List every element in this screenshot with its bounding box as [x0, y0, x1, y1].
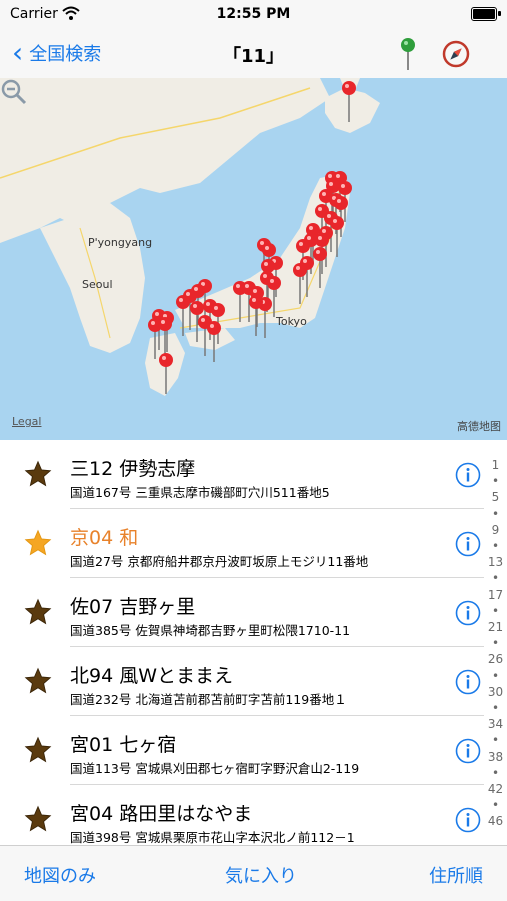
page-title: 「11」	[222, 46, 285, 67]
list-item[interactable]: 京04 和国道27号 京都府船井郡京丹波町坂原上モジリ11番地	[0, 509, 484, 578]
index-entry[interactable]: •	[484, 701, 507, 715]
map-pin[interactable]	[160, 311, 174, 352]
map-attribution: 高德地图	[457, 420, 501, 433]
index-entry[interactable]: •	[484, 507, 507, 521]
info-icon[interactable]	[455, 669, 481, 695]
index-entry[interactable]: 21	[484, 620, 507, 634]
map-pin[interactable]	[342, 81, 356, 122]
index-entry[interactable]: 1	[484, 458, 507, 472]
star-icon[interactable]	[24, 736, 52, 764]
list-item[interactable]: 宮04 路田里はなやま国道398号 宮城県栗原市花山字本沢北ノ前112－1	[0, 785, 484, 845]
map-pin-icon[interactable]	[398, 36, 418, 72]
index-entry[interactable]: •	[484, 733, 507, 747]
list-item[interactable]: 佐07 吉野ヶ里国道385号 佐賀県神埼郡吉野ヶ里町松隈1710-11	[0, 578, 484, 647]
index-entry[interactable]: •	[484, 474, 507, 488]
map-pin[interactable]	[176, 295, 190, 336]
map-legal-link[interactable]: Legal	[12, 415, 41, 428]
index-entry[interactable]: •	[484, 636, 507, 650]
battery-icon	[471, 7, 501, 21]
index-entry[interactable]: 30	[484, 685, 507, 699]
info-icon[interactable]	[455, 600, 481, 626]
list-item-address: 国道232号 北海道苫前郡苫前町字苫前119番地１	[70, 692, 347, 707]
map-pin[interactable]	[313, 247, 327, 288]
list-item-address: 国道113号 宮城県刈田郡七ヶ宿町字野沢倉山2-119	[70, 761, 360, 776]
index-entry[interactable]: •	[484, 539, 507, 553]
list-item-name: 宮01 七ヶ宿	[70, 734, 177, 756]
map-pin[interactable]	[158, 317, 172, 358]
index-entry[interactable]: 13	[484, 555, 507, 569]
list-item-name: 北94 風Wとままえ	[70, 665, 234, 687]
index-entry[interactable]: 38	[484, 750, 507, 764]
star-icon[interactable]	[24, 460, 52, 488]
map-pin[interactable]	[249, 295, 263, 336]
map-pin[interactable]	[267, 276, 281, 317]
list-item[interactable]: 三12 伊勢志摩国道167号 三重県志摩市磯部町穴川511番地5	[0, 440, 484, 509]
star-icon[interactable]	[24, 805, 52, 833]
index-entry[interactable]: 42	[484, 782, 507, 796]
index-entry[interactable]: •	[484, 571, 507, 585]
favorites-button[interactable]: 気に入り	[225, 862, 297, 888]
star-icon[interactable]	[24, 529, 52, 557]
station-list[interactable]: 三12 伊勢志摩 国道167号 三重県志摩市磯部町穴川511番地5 京04 和国道2…	[0, 440, 507, 845]
star-icon[interactable]	[24, 598, 52, 626]
map-pin[interactable]	[330, 216, 344, 257]
map-pins[interactable]	[0, 78, 507, 440]
list-item-address: 国道385号 佐賀県神埼郡吉野ヶ里町松隈1710-11	[70, 623, 351, 638]
list-item[interactable]: 宮01 七ヶ宿国道113号 宮城県刈田郡七ヶ宿町字野沢倉山2-119	[0, 716, 484, 785]
section-index[interactable]: 1 • 5 • 9 • 13 • 17 • 21 • 26 • 30 • 34 • 38 • 42 • 46	[484, 458, 507, 828]
list-item-address: 国道167号 三重県志摩市磯部町穴川511番地5	[70, 485, 330, 500]
index-entry[interactable]: 26	[484, 652, 507, 666]
info-icon[interactable]	[455, 531, 481, 557]
info-icon[interactable]	[455, 807, 481, 833]
index-entry[interactable]: 46	[484, 814, 507, 828]
address-order-button[interactable]: 住所順	[429, 862, 483, 888]
compass-icon[interactable]	[442, 40, 470, 68]
index-entry[interactable]: •	[484, 798, 507, 812]
info-icon[interactable]	[455, 738, 481, 764]
map-pin[interactable]	[159, 353, 173, 394]
list-item-name: 京04 和	[70, 527, 139, 549]
zoom-out-icon[interactable]	[0, 78, 28, 106]
map-pin[interactable]	[207, 321, 221, 362]
list-item-name: 佐07 吉野ヶ里	[70, 596, 196, 618]
map-pin[interactable]	[293, 263, 307, 304]
list-item-name: 三12 伊勢志摩	[70, 458, 196, 480]
list-item[interactable]: 北94 風Wとままえ国道232号 北海道苫前郡苫前町字苫前119番地１	[0, 647, 484, 716]
index-entry[interactable]: •	[484, 669, 507, 683]
map-view[interactable]: P'yongyang Seoul Tokyo Legal 高德地图	[0, 78, 507, 440]
navigation-bar: ‹ 全国検索 「11」	[0, 30, 507, 79]
index-entry[interactable]: •	[484, 604, 507, 618]
list-item-name: 宮04 路田里はなやま	[70, 803, 253, 825]
index-entry[interactable]: •	[484, 766, 507, 780]
index-entry[interactable]: 34	[484, 717, 507, 731]
clock: 12:55 PM	[216, 6, 291, 22]
index-entry[interactable]: 5	[484, 490, 507, 504]
map-only-button[interactable]: 地図のみ	[24, 862, 96, 888]
list-item-address: 国道398号 宮城県栗原市花山字本沢北ノ前112－1	[70, 830, 355, 845]
list-item-address: 国道27号 京都府船井郡京丹波町坂原上モジリ11番地	[70, 554, 369, 569]
index-entry[interactable]: 17	[484, 588, 507, 602]
status-bar: Carrier 12:55 PM	[0, 0, 507, 30]
info-icon[interactable]	[455, 462, 481, 488]
star-icon[interactable]	[24, 667, 52, 695]
bottom-toolbar: 地図のみ 気に入り 住所順	[0, 845, 507, 901]
index-entry[interactable]: 9	[484, 523, 507, 537]
